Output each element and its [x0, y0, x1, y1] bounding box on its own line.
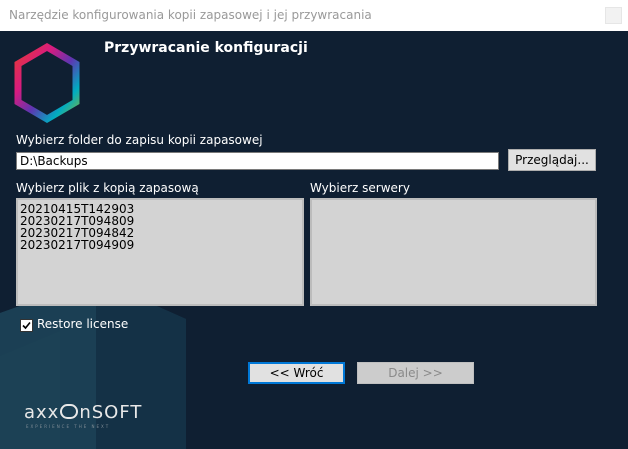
window-title: Narzędzie konfigurowania kopii zapasowej… — [9, 8, 372, 22]
backup-folder-input[interactable] — [16, 152, 499, 170]
brand-tagline: EXPERIENCE THE NEXT — [26, 424, 111, 429]
servers-label: Wybierz serwery — [310, 181, 410, 195]
back-button[interactable]: << Wróć — [248, 362, 345, 384]
brand-o-glyph — [60, 404, 79, 419]
restore-license-label: Restore license — [37, 317, 129, 331]
checkmark-icon — [22, 321, 31, 330]
brand-name-left: axx — [24, 402, 60, 423]
brand-name-right: nSOFT — [79, 402, 143, 423]
close-button[interactable] — [605, 7, 622, 24]
backup-folder-label: Wybierz folder do zapisu kopii zapasowej — [16, 133, 263, 147]
title-bar: Narzędzie konfigurowania kopii zapasowej… — [0, 0, 628, 31]
dialog-content: Przywracanie konfiguracji Wybierz folder… — [0, 31, 628, 449]
app-window: Narzędzie konfigurowania kopii zapasowej… — [0, 0, 628, 449]
page-title: Przywracanie konfiguracji — [104, 40, 308, 56]
servers-list[interactable] — [310, 198, 597, 306]
list-item[interactable]: 20230217T094909 — [20, 239, 302, 251]
axxonsoft-logo: axx nSOFT — [24, 402, 142, 423]
backup-files-label: Wybierz plik z kopią zapasową — [16, 181, 199, 195]
backup-files-list[interactable]: 20210415T142903 20230217T094809 20230217… — [16, 198, 304, 306]
restore-license-checkbox[interactable] — [20, 319, 33, 332]
hexagon-logo-icon — [14, 42, 80, 124]
browse-button[interactable]: Przeglądaj... — [508, 149, 596, 171]
next-button[interactable]: Dalej >> — [357, 362, 474, 384]
